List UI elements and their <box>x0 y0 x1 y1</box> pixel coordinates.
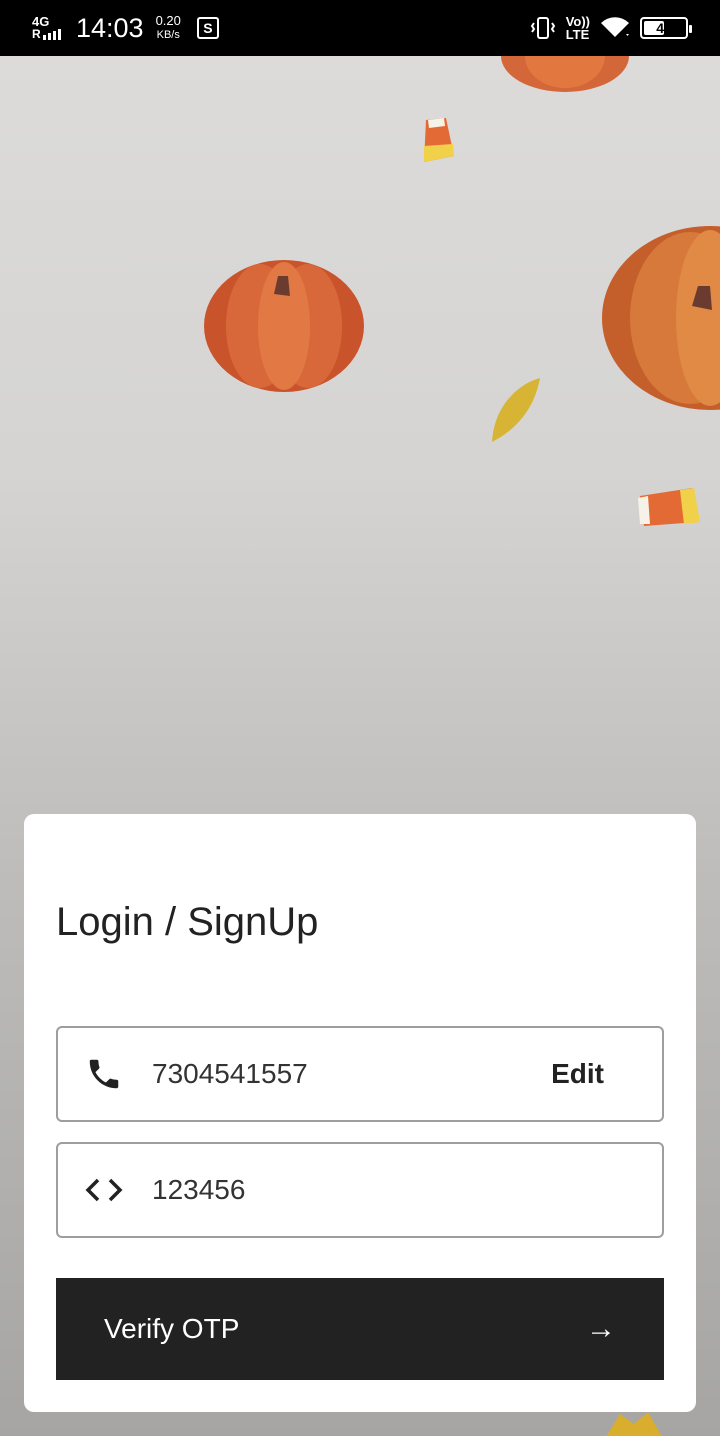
otp-field[interactable]: 123456 <box>56 1142 664 1238</box>
speed-unit: KB/s <box>156 29 180 41</box>
volte-indicator: Vo)) LTE <box>566 15 590 41</box>
arrow-right-icon: → <box>586 1312 616 1345</box>
clock: 14:03 <box>76 12 144 43</box>
speed-value: 0.20 <box>155 13 181 28</box>
network-indicator: 4G R <box>32 15 68 40</box>
edit-phone-button[interactable]: Edit <box>551 1058 604 1090</box>
candy-corn-image <box>638 488 700 526</box>
pumpkin-image <box>501 56 629 92</box>
login-card: Login / SignUp 7304541557 Edit 123456 Ve… <box>24 814 696 1412</box>
status-right: Vo)) LTE 47 <box>530 15 692 41</box>
battery-icon: 47 <box>640 17 692 39</box>
battery-level: 47 <box>656 20 672 36</box>
wifi-icon <box>601 17 629 37</box>
network-speed: 0.20 KB/s <box>156 13 181 43</box>
vibrate-icon <box>530 17 555 39</box>
status-left: 4G R 14:03 0.20 KB/s S <box>32 13 219 44</box>
signal-icon: R <box>32 28 68 40</box>
volte-bottom: LTE <box>565 27 590 42</box>
verify-otp-label: Verify OTP <box>104 1313 240 1344</box>
roaming-label: R <box>32 27 41 41</box>
page-title: Login / SignUp <box>56 900 319 944</box>
candy-corn-image <box>424 118 454 162</box>
otp-input[interactable]: 123456 <box>152 1174 662 1206</box>
pumpkin-image <box>602 226 720 410</box>
verify-otp-button[interactable]: Verify OTP → <box>56 1278 664 1380</box>
phone-icon <box>84 1054 124 1094</box>
leaf-image <box>606 1412 662 1436</box>
notification-badge: S <box>196 17 219 39</box>
status-bar: 4G R 14:03 0.20 KB/s S Vo)) LTE 47 <box>0 0 720 56</box>
pumpkin-image <box>204 260 364 392</box>
leaf-image <box>492 378 540 442</box>
phone-number-value[interactable]: 7304541557 <box>152 1058 551 1090</box>
phone-field[interactable]: 7304541557 Edit <box>56 1026 664 1122</box>
code-icon <box>84 1170 124 1210</box>
